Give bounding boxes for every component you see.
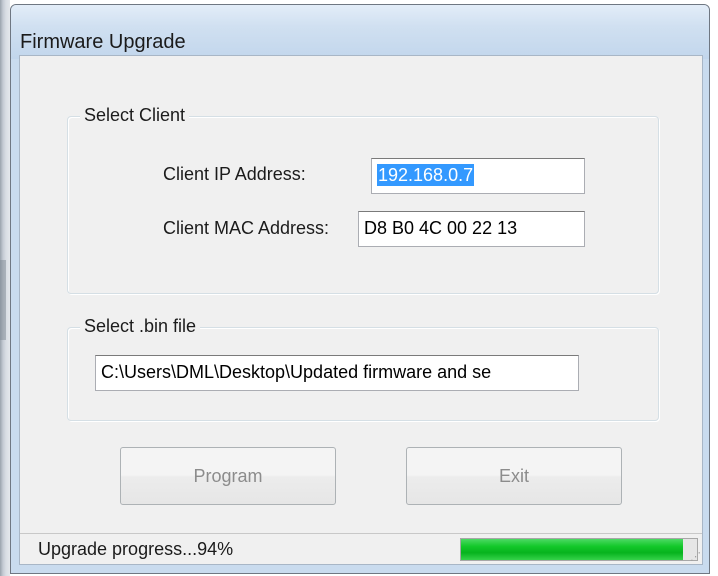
background-shadow <box>0 260 6 340</box>
client-mac-input[interactable]: D8 B0 4C 00 22 13 <box>358 211 585 247</box>
background-window-edge <box>0 0 10 576</box>
client-mac-value: D8 B0 4C 00 22 13 <box>364 218 518 238</box>
dialog-client-area: Select Client Client IP Address: 192.168… <box>19 55 703 565</box>
upgrade-progress-fill <box>461 539 683 560</box>
resize-grip-icon[interactable]: ⋰ <box>689 551 701 563</box>
title-bar[interactable]: Firmware Upgrade <box>11 5 709 59</box>
client-mac-label: Client MAC Address: <box>163 218 330 238</box>
bin-path-input[interactable]: C:\Users\DML\Desktop\Updated firmware an… <box>95 355 579 391</box>
exit-button[interactable]: Exit <box>406 447 622 505</box>
firmware-upgrade-window: Firmware Upgrade Select Client Client IP… <box>10 4 710 574</box>
status-text: Upgrade progress...94% <box>38 539 234 559</box>
select-bin-group: Select .bin file C:\Users\DML\Desktop\Up… <box>67 316 659 421</box>
program-button[interactable]: Program <box>120 447 336 505</box>
upgrade-progress-bar <box>460 538 698 561</box>
select-client-group: Select Client Client IP Address: 192.168… <box>67 105 659 294</box>
client-ip-input[interactable]: 192.168.0.7 <box>371 158 585 194</box>
select-bin-label: Select .bin file <box>80 316 201 337</box>
select-client-label: Select Client <box>80 105 190 126</box>
client-ip-value: 192.168.0.7 <box>377 164 475 186</box>
status-bar: Upgrade progress...94% ⋰ <box>20 533 702 564</box>
window-title: Firmware Upgrade <box>20 31 186 53</box>
client-ip-label: Client IP Address: <box>163 164 306 184</box>
bin-path-value: C:\Users\DML\Desktop\Updated firmware an… <box>101 362 492 382</box>
